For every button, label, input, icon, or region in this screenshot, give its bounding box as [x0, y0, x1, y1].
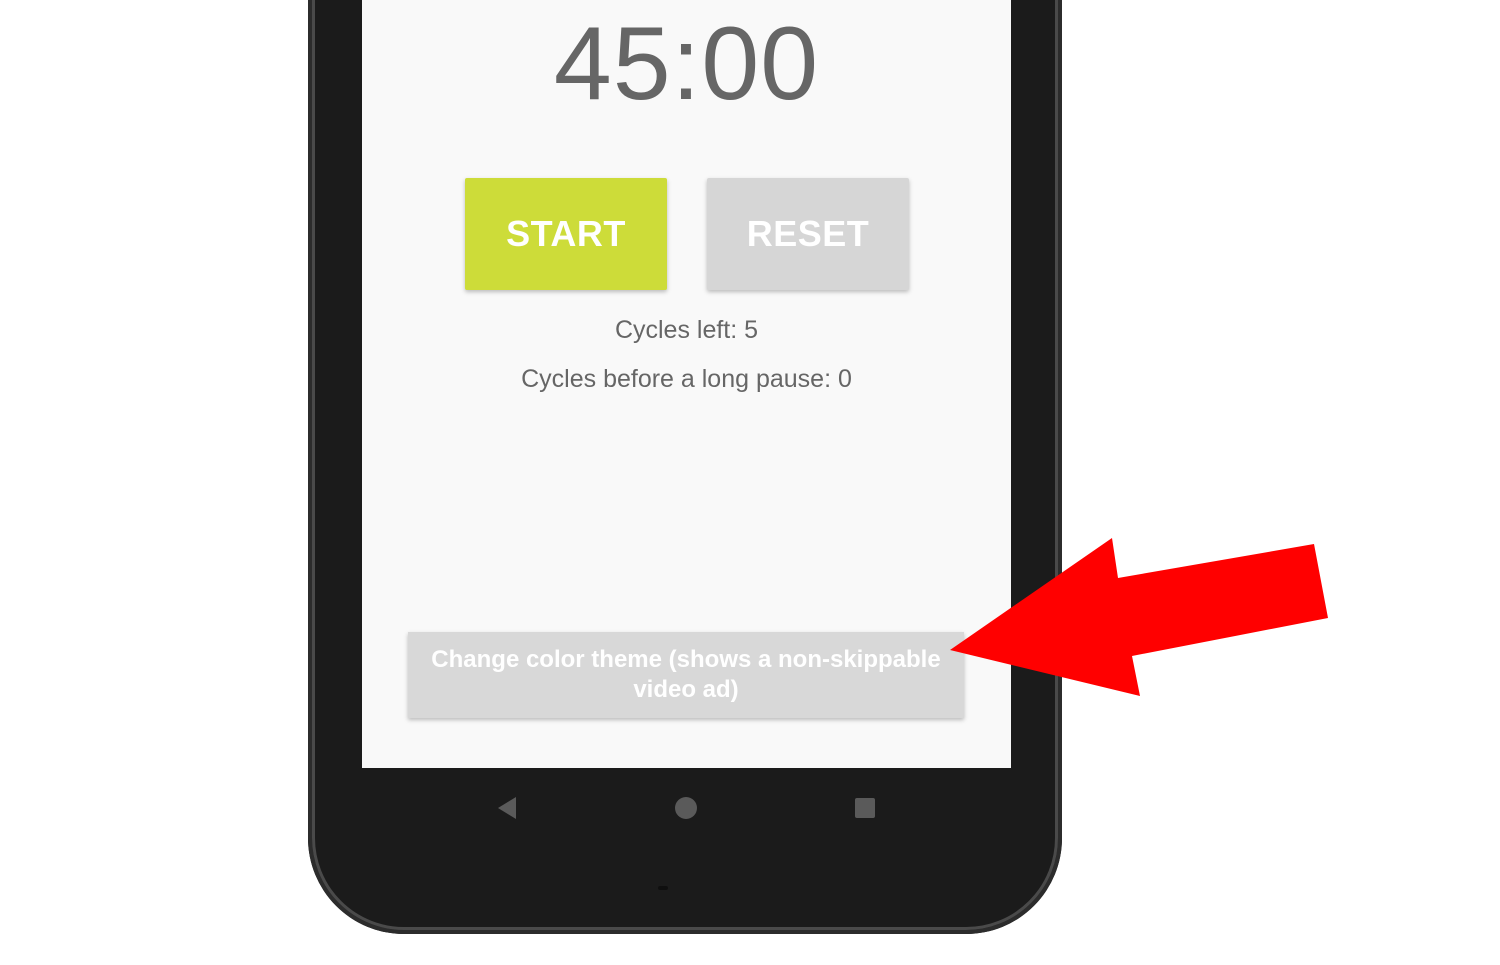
change-color-theme-button[interactable]: Change color theme (shows a non-skippabl…	[408, 632, 964, 718]
home-circle-icon[interactable]	[675, 797, 697, 819]
start-button[interactable]: START	[465, 178, 667, 290]
phone-microphone-hole	[658, 886, 668, 890]
screenshot-stage: 45:00 START RESET Cycles left: 5 Cycles …	[0, 0, 1500, 965]
app-screen: 45:00 START RESET Cycles left: 5 Cycles …	[362, 0, 1011, 768]
back-triangle-icon[interactable]	[498, 797, 516, 819]
recents-square-icon[interactable]	[855, 798, 875, 818]
android-nav-bar	[362, 768, 1011, 848]
cycles-before-long-pause-text: Cycles before a long pause: 0	[521, 365, 852, 393]
change-color-theme-label: Change color theme (shows a non-skippabl…	[431, 646, 941, 703]
reset-button[interactable]: RESET	[707, 178, 909, 290]
cycles-left-text: Cycles left: 5	[614, 316, 759, 344]
timer-display: 45:00	[553, 6, 820, 122]
